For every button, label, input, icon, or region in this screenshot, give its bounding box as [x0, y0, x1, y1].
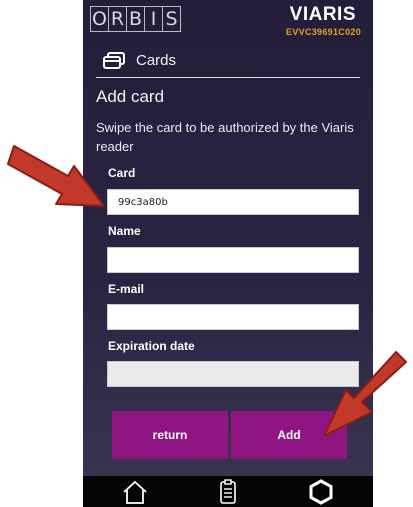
- arrow-to-card-field: [7, 145, 105, 207]
- card-field[interactable]: [107, 189, 359, 215]
- document-icon[interactable]: [214, 479, 242, 505]
- orbis-logo: O R B I S: [90, 6, 181, 32]
- logo-letter: S: [165, 8, 178, 30]
- app-header: O R B I S VIARIS EVVC39691C020: [83, 0, 373, 44]
- settings-icon[interactable]: [307, 479, 335, 505]
- logo-letter: R: [109, 7, 127, 31]
- brand-name: VIARIS: [289, 4, 356, 25]
- name-field[interactable]: [107, 247, 359, 273]
- page-title: Add card: [96, 87, 165, 106]
- device-serial: EVVC39691C020: [286, 27, 361, 37]
- card-icon: [103, 52, 125, 69]
- return-button[interactable]: return: [112, 411, 228, 459]
- section-header: Cards: [83, 44, 373, 78]
- email-field[interactable]: [107, 304, 359, 330]
- section-title: Cards: [136, 52, 177, 69]
- logo-letter: B: [127, 7, 145, 31]
- name-label: Name: [108, 224, 141, 238]
- section-divider: [96, 77, 360, 78]
- email-label: E-mail: [108, 282, 145, 296]
- logo-letter: O: [91, 7, 109, 31]
- expiration-date-label: Expiration date: [108, 339, 195, 353]
- bottom-navbar: [83, 476, 373, 507]
- instructions-text: Swipe the card to be authorized by the V…: [96, 120, 354, 154]
- logo-letter: I: [145, 7, 163, 31]
- home-icon[interactable]: [121, 479, 149, 505]
- arrow-to-add-button: [323, 351, 407, 437]
